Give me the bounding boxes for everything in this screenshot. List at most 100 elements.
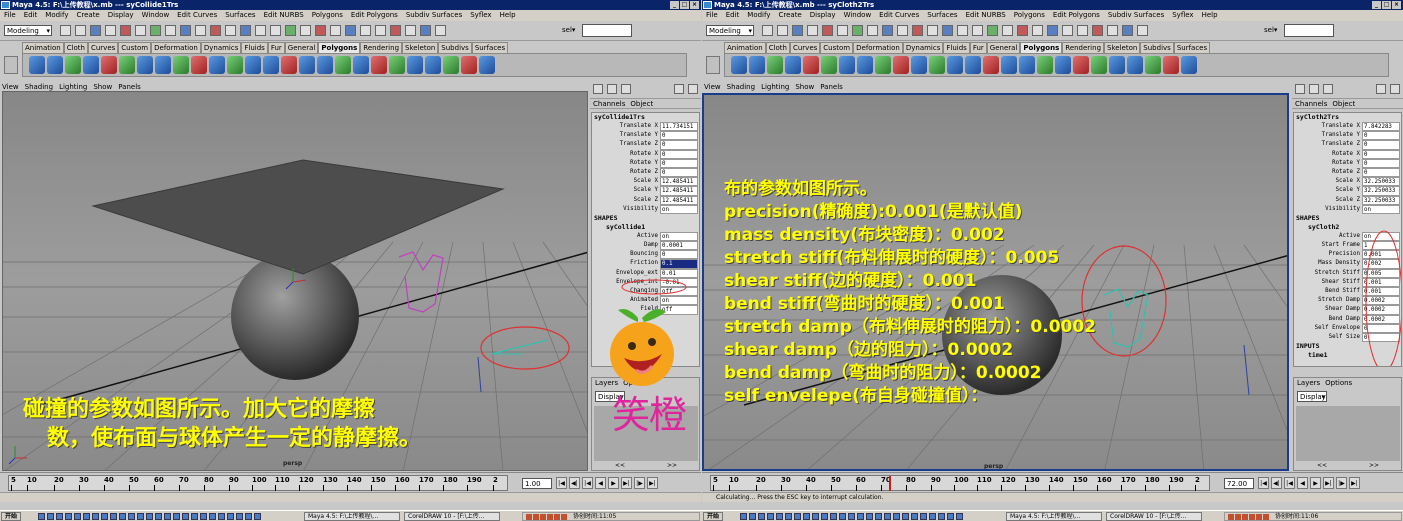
- quick-select-input[interactable]: [582, 24, 632, 37]
- viewport-menu-panels[interactable]: Panels: [820, 83, 843, 91]
- attr-value[interactable]: 1: [1362, 241, 1400, 251]
- perspective-viewport[interactable]: 布的参数如图所示。 precision(精确度):0.001(是默认值) mas…: [702, 93, 1289, 471]
- quick-launch-icon[interactable]: [236, 513, 243, 520]
- poly-torus-icon[interactable]: [821, 56, 837, 74]
- poly-mirror-icon[interactable]: [245, 56, 261, 74]
- mask-curve-icon[interactable]: [180, 25, 191, 36]
- shelf-tab-curves[interactable]: Curves: [87, 42, 119, 53]
- attr-value[interactable]: 0.005: [1362, 268, 1400, 278]
- shelf-tab-general[interactable]: General: [284, 42, 319, 53]
- attr-value[interactable]: 0: [1362, 323, 1400, 333]
- attr-value[interactable]: 0.001: [1362, 277, 1400, 287]
- quick-launch-icon[interactable]: [776, 513, 783, 520]
- snap-grid-icon[interactable]: [987, 25, 998, 36]
- attr-value[interactable]: 32.250033: [1362, 195, 1400, 205]
- cloth-plane[interactable]: [91, 159, 505, 275]
- hypershade-icon[interactable]: [420, 25, 431, 36]
- viewport-menu-show[interactable]: Show: [93, 83, 112, 91]
- attr-value[interactable]: 0: [1362, 332, 1400, 343]
- poly-extract-icon[interactable]: [173, 56, 189, 74]
- tray-icon[interactable]: [561, 514, 567, 520]
- script-editor-icon[interactable]: [1137, 25, 1148, 36]
- attr-value[interactable]: 0: [660, 140, 698, 150]
- layout-icon-2[interactable]: [607, 83, 617, 94]
- play-back-icon[interactable]: ◀: [1297, 477, 1308, 489]
- tray-icon[interactable]: [1256, 514, 1262, 520]
- channels-menu-object[interactable]: Object: [630, 99, 653, 108]
- shelf-tab-rendering[interactable]: Rendering: [1062, 42, 1105, 53]
- menu-surfaces[interactable]: Surfaces: [225, 10, 255, 21]
- attr-value[interactable]: 0: [1362, 140, 1400, 150]
- attr-value[interactable]: off: [660, 287, 698, 297]
- channels-menu-object[interactable]: Object: [1332, 99, 1355, 108]
- snap-view-icon[interactable]: [330, 25, 341, 36]
- menu-help[interactable]: Help: [1202, 10, 1218, 21]
- render-icon[interactable]: [375, 25, 386, 36]
- menu-polygons[interactable]: Polygons: [1014, 10, 1045, 21]
- mask-surface-icon[interactable]: [195, 25, 206, 36]
- minimize-icon[interactable]: _: [670, 1, 679, 9]
- quick-launch-icon[interactable]: [812, 513, 819, 520]
- shelf-tab-dynamics[interactable]: Dynamics: [200, 42, 242, 53]
- quick-launch-icon[interactable]: [227, 513, 234, 520]
- maximize-icon[interactable]: □: [1382, 1, 1391, 9]
- quick-launch-icon[interactable]: [101, 513, 108, 520]
- layout-icon-3[interactable]: [621, 83, 631, 94]
- poly-delete-edge-icon[interactable]: [1073, 56, 1089, 74]
- quick-launch-icon[interactable]: [884, 513, 891, 520]
- attr-value[interactable]: 32.250033: [1362, 186, 1400, 196]
- poly-extrude-edge-icon[interactable]: [281, 56, 297, 74]
- layout-icon-1[interactable]: [1295, 83, 1305, 94]
- poly-sphere-icon[interactable]: [29, 56, 45, 74]
- shelf-tab-surfaces[interactable]: Surfaces: [1173, 42, 1211, 53]
- select-hierarchy-icon[interactable]: [807, 25, 818, 36]
- quick-launch-icon[interactable]: [830, 513, 837, 520]
- attr-value[interactable]: 0: [1362, 131, 1400, 141]
- poly-merge-icon[interactable]: [353, 56, 369, 74]
- poly-combine-icon[interactable]: [137, 56, 153, 74]
- poly-reduce-icon[interactable]: [227, 56, 243, 74]
- attr-value[interactable]: 0.002: [1362, 259, 1400, 269]
- attr-value[interactable]: 0: [660, 167, 698, 178]
- mask-deform-icon[interactable]: [210, 25, 221, 36]
- viewport-menu-lighting[interactable]: Lighting: [59, 83, 87, 91]
- mask-render-icon[interactable]: [240, 25, 251, 36]
- poly-extract-icon[interactable]: [875, 56, 891, 74]
- poly-texture-icon[interactable]: [479, 56, 495, 74]
- attribute-editor-icon[interactable]: [688, 83, 698, 94]
- tray-icon[interactable]: [1249, 514, 1255, 520]
- shelf-tab-polygons[interactable]: Polygons: [1020, 42, 1063, 53]
- select-component-icon[interactable]: [135, 25, 146, 36]
- play-forward-icon[interactable]: ▶: [608, 477, 619, 489]
- time-slider[interactable]: 5 10 20 30 40 50 60 70 80 90 100 110 120…: [702, 472, 1403, 492]
- poly-boolean-icon[interactable]: [893, 56, 909, 74]
- shelf-tab-polygons[interactable]: Polygons: [318, 42, 361, 53]
- taskbar-coreldraw[interactable]: CorelDRAW 10 - [F:\上传...: [404, 512, 500, 521]
- step-back-icon[interactable]: |◀: [582, 477, 593, 489]
- quick-launch-icon[interactable]: [56, 513, 63, 520]
- quick-launch-icon[interactable]: [209, 513, 216, 520]
- tray-icon[interactable]: [554, 514, 560, 520]
- snap-point-icon[interactable]: [315, 25, 326, 36]
- viewport-menu-shading[interactable]: Shading: [727, 83, 755, 91]
- menu-edit[interactable]: Edit: [24, 10, 38, 21]
- shelf-tab-cloth[interactable]: Cloth: [63, 42, 88, 53]
- tray-icon[interactable]: [540, 514, 546, 520]
- current-time-marker[interactable]: [889, 476, 891, 491]
- select-object-icon[interactable]: [120, 25, 131, 36]
- layers-menu-options[interactable]: Options: [1325, 378, 1352, 388]
- mode-dropdown[interactable]: Modeling: [706, 25, 754, 36]
- shelf-tab-curves[interactable]: Curves: [789, 42, 821, 53]
- shelf-tab-subdivs[interactable]: Subdivs: [438, 42, 472, 53]
- shape-node-name[interactable]: syCollide1: [592, 223, 699, 232]
- quick-launch-icon[interactable]: [839, 513, 846, 520]
- quick-launch-icon[interactable]: [794, 513, 801, 520]
- lock-selection-icon[interactable]: [270, 25, 281, 36]
- shelf-tab-fur[interactable]: Fur: [969, 42, 987, 53]
- layout-icon-2[interactable]: [1309, 83, 1319, 94]
- mask-handle-icon[interactable]: [852, 25, 863, 36]
- quick-launch-icon[interactable]: [218, 513, 225, 520]
- menu-edit[interactable]: Edit: [726, 10, 740, 21]
- quick-launch-icon[interactable]: [173, 513, 180, 520]
- open-scene-icon[interactable]: [75, 25, 86, 36]
